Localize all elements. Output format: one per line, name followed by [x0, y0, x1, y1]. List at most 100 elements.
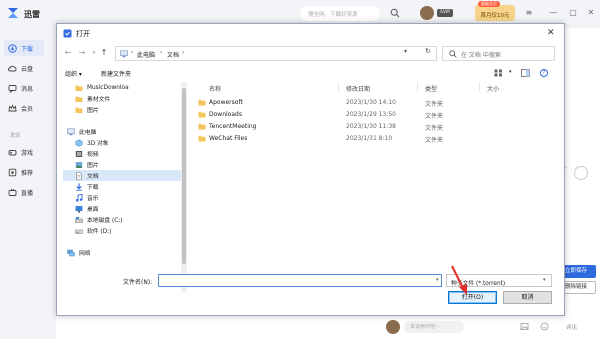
- close-icon[interactable]: ✕: [586, 8, 596, 18]
- comment-input[interactable]: 来说两句吧~: [404, 321, 464, 333]
- promo-button[interactable]: 首月仅10元: [475, 5, 515, 21]
- file-row[interactable]: Apowersoft 2023/1/30 14:10 文件夹: [195, 97, 560, 108]
- minimize-icon[interactable]: —: [548, 8, 558, 18]
- file-type: 文件夹: [425, 137, 444, 144]
- sidebar-item-vip[interactable]: 会员: [4, 100, 44, 116]
- tree-scrollbar[interactable]: [181, 82, 187, 292]
- file-name: WeChat Files: [209, 135, 248, 142]
- search-icon: [449, 50, 457, 58]
- preview-pane-icon[interactable]: [521, 69, 530, 77]
- xunlei-logo-icon: [8, 8, 18, 18]
- organize-button[interactable]: 组织 ▾: [65, 69, 82, 78]
- app-search-input[interactable]: 搜全网，下载好资源: [300, 6, 380, 21]
- file-list: 名称 修改日期 类型 大小 Apowersoft 2023/1/30 14:10…: [195, 82, 560, 290]
- forward-icon[interactable]: →: [77, 48, 87, 58]
- file-row[interactable]: TencentMeeting 2023/1/30 11:38 文件夹: [195, 121, 560, 132]
- emoji-icon[interactable]: [540, 322, 549, 331]
- tree-item[interactable]: 3D 对象: [63, 137, 185, 148]
- column-header-type[interactable]: 类型: [425, 84, 437, 93]
- user-avatar[interactable]: [420, 6, 434, 20]
- column-divider[interactable]: [479, 82, 480, 92]
- file-row[interactable]: WeChat Files 2023/1/31 8:10 文件夹: [195, 133, 560, 144]
- tree-item[interactable]: 图片: [63, 159, 185, 170]
- tree-item[interactable]: 视频: [63, 148, 185, 159]
- tree-item[interactable]: 素材文件: [63, 93, 185, 104]
- help-icon[interactable]: ?: [540, 69, 548, 77]
- breadcrumb-item[interactable]: 此电脑: [137, 50, 155, 59]
- column-header-date[interactable]: 修改日期: [346, 84, 370, 93]
- sidebar-item-live[interactable]: 直播: [4, 184, 44, 200]
- file-row[interactable]: Downloads 2023/1/29 13:50 文件夹: [195, 109, 560, 120]
- menu-icon[interactable]: ≡: [524, 8, 534, 18]
- file-name: Downloads: [209, 111, 242, 118]
- filename-input[interactable]: [158, 274, 442, 287]
- tree-item[interactable]: 下载: [63, 181, 185, 192]
- column-divider[interactable]: [338, 82, 339, 92]
- tree-item-this-pc[interactable]: 此电脑: [63, 126, 185, 137]
- comment-button[interactable]: 评论: [566, 323, 577, 331]
- file-name: TencentMeeting: [209, 123, 257, 130]
- game-icon: [8, 149, 17, 155]
- breadcrumb-separator-icon[interactable]: ›: [182, 49, 184, 56]
- back-icon[interactable]: ←: [63, 48, 73, 58]
- dialog-titlebar: 打开 ✕: [57, 24, 564, 43]
- maximize-icon[interactable]: ▢: [568, 8, 578, 18]
- breadcrumb-separator-icon[interactable]: ›: [160, 49, 162, 56]
- sidebar-label: 下载: [21, 45, 34, 53]
- breadcrumb-separator-icon[interactable]: ›: [131, 49, 133, 56]
- crown-icon: [8, 103, 17, 111]
- sidebar-item-message[interactable]: 消息: [4, 80, 44, 96]
- tree-item[interactable]: 图片: [63, 104, 185, 115]
- sidebar-section-discover: 发现: [10, 133, 21, 139]
- refresh-icon[interactable]: ↻: [425, 47, 431, 55]
- column-header-size[interactable]: 大小: [487, 84, 499, 93]
- tree-item-label: 软件 (D:): [87, 229, 112, 235]
- folder-icon: [198, 135, 206, 142]
- tree-item[interactable]: 音乐: [63, 192, 185, 203]
- file-date: 2023/1/29 13:50: [346, 111, 396, 118]
- file-date: 2023/1/30 14:10: [346, 99, 396, 106]
- address-bar[interactable]: › 此电脑 › 文档 ›: [115, 46, 437, 61]
- tree-item[interactable]: 软件 (D:): [63, 225, 185, 236]
- promo-tag: 超级会员: [478, 1, 500, 7]
- music-icon: [76, 193, 83, 201]
- folder-search-input[interactable]: 在 文档 中搜索: [442, 46, 555, 61]
- preview-toggle-icon[interactable]: [574, 166, 588, 180]
- dialog-close-icon[interactable]: ✕: [547, 28, 555, 38]
- open-button[interactable]: 打开(O): [448, 291, 497, 304]
- tree-item-label: 网络: [79, 251, 91, 257]
- tree-item-selected[interactable]: 文档: [63, 170, 185, 181]
- filename-label: 文件名(N):: [123, 279, 153, 286]
- filetype-dropdown-icon[interactable]: ▾: [543, 277, 546, 283]
- sidebar-item-download[interactable]: 下载: [4, 40, 44, 56]
- tree-item[interactable]: 本地磁盘 (C:): [63, 214, 185, 225]
- tree-item-network[interactable]: 网络: [63, 247, 185, 258]
- search-icon[interactable]: [390, 8, 400, 18]
- view-dropdown-icon[interactable]: ▾: [509, 69, 512, 75]
- file-name: Apowersoft: [209, 99, 243, 106]
- open-file-dialog: 打开 ✕ ← → ▾ ↑ › 此电脑 › 文档 › ▾ ↻ 在 文档 中搜索 组…: [56, 23, 565, 316]
- breadcrumb-item[interactable]: 文档: [167, 50, 179, 59]
- sidebar-item-recommend[interactable]: 推荐: [4, 164, 44, 180]
- sidebar-item-game[interactable]: 游戏: [4, 144, 44, 160]
- tree-item-label: 素材文件: [87, 97, 111, 103]
- image-icon[interactable]: [520, 322, 529, 331]
- filetype-select[interactable]: 种子文件 (*.torrent): [446, 274, 552, 287]
- tree-item-label: 本地磁盘 (C:): [87, 218, 123, 224]
- tree-item-label: 3D 对象: [87, 141, 109, 147]
- tree-item[interactable]: MusicDownloa: [63, 82, 185, 93]
- view-options-icon[interactable]: [494, 69, 503, 77]
- column-header-name[interactable]: 名称: [209, 84, 221, 93]
- comment-bar: 来说两句吧~ 评论: [380, 318, 600, 336]
- new-folder-button[interactable]: 新建文件夹: [101, 69, 131, 78]
- cancel-button[interactable]: 取消: [503, 291, 552, 304]
- up-icon[interactable]: ↑: [99, 48, 109, 58]
- tree-scrollbar-thumb[interactable]: [182, 88, 186, 264]
- column-divider[interactable]: [417, 82, 418, 92]
- app-title: 迅雷: [24, 10, 40, 19]
- recent-dropdown-icon[interactable]: ▾: [89, 48, 99, 58]
- filename-dropdown-icon[interactable]: ▾: [436, 277, 439, 283]
- sidebar-item-cloud[interactable]: 云盘: [4, 60, 44, 76]
- tree-item[interactable]: 桌面: [63, 203, 185, 214]
- address-dropdown-icon[interactable]: ▾: [404, 48, 407, 55]
